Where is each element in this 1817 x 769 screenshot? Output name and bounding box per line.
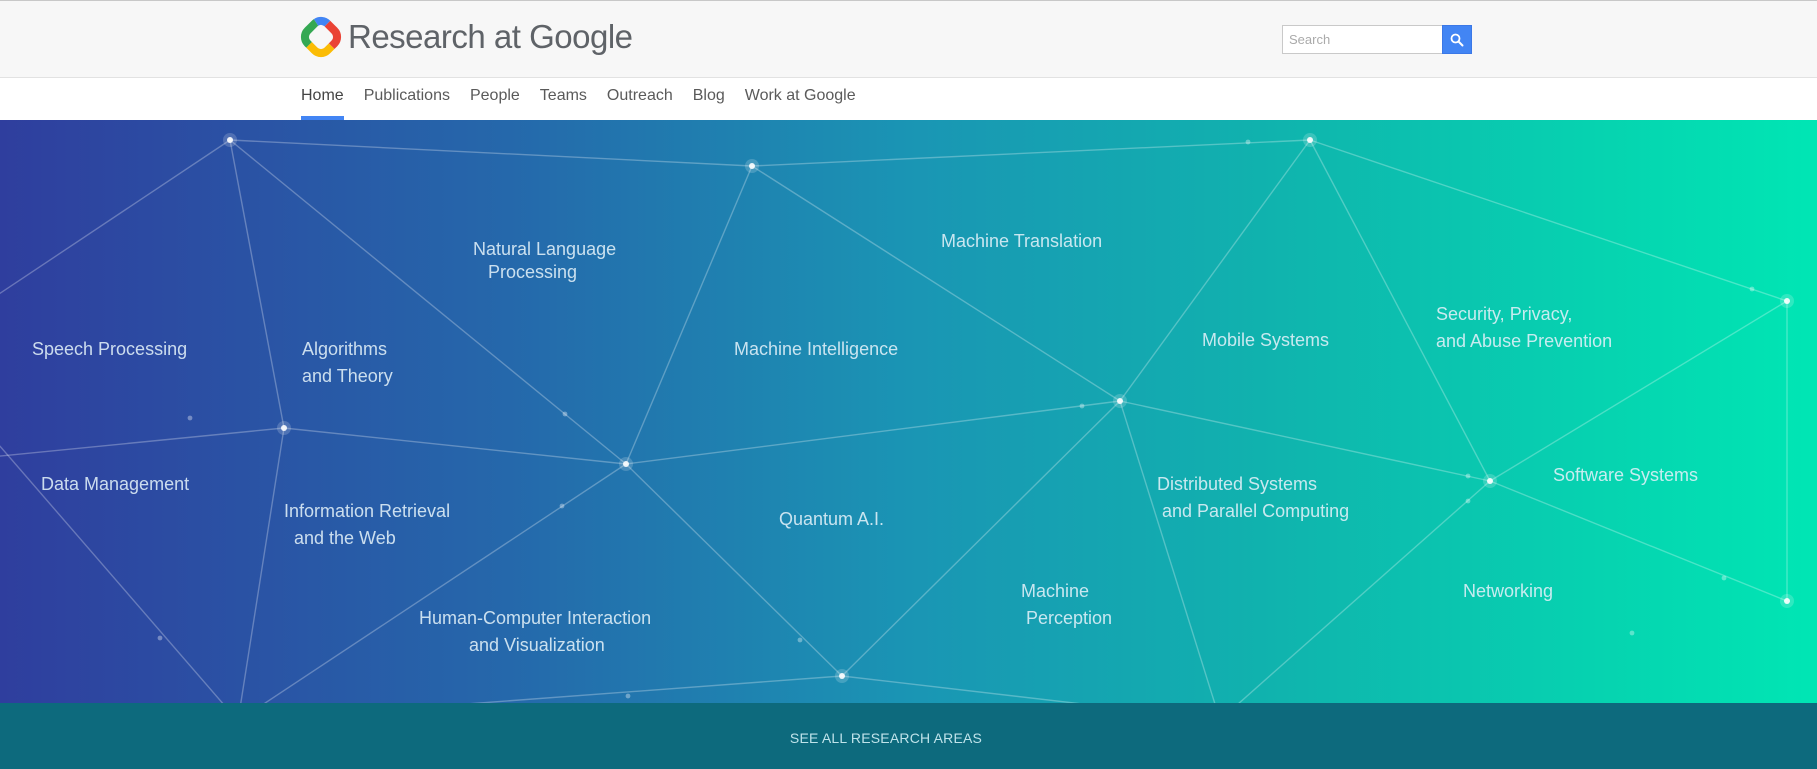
research-areas-hero: Speech Processing Data Management Algori… xyxy=(0,120,1817,703)
network-node xyxy=(623,461,629,467)
network-sparkle xyxy=(1245,139,1251,145)
nav-list: Home Publications People Teams Outreach … xyxy=(301,78,876,120)
area-software-systems[interactable]: Software Systems xyxy=(1553,462,1698,489)
top-header: Research at Google xyxy=(0,0,1817,78)
area-mobile-systems[interactable]: Mobile Systems xyxy=(1202,327,1329,354)
network-sparkle xyxy=(187,415,193,421)
nav-item-outreach[interactable]: Outreach xyxy=(607,78,673,120)
area-distributed-systems[interactable]: Distributed Systems and Parallel Computi… xyxy=(1157,471,1349,525)
logo[interactable]: Research at Google xyxy=(300,15,633,59)
see-all-research-areas-link[interactable]: SEE ALL RESEARCH AREAS xyxy=(0,703,1772,769)
logo-text: Research at Google xyxy=(348,18,633,55)
network-sparkle xyxy=(1629,630,1635,636)
area-information-retrieval[interactable]: Information Retrieval and the Web xyxy=(284,498,450,552)
search-button[interactable] xyxy=(1442,25,1472,54)
network-sparkle xyxy=(157,635,163,641)
area-human-computer-interaction[interactable]: Human-Computer Interaction and Visualiza… xyxy=(419,605,651,659)
nav-item-people[interactable]: People xyxy=(470,78,520,120)
network-edge xyxy=(0,427,285,457)
main-nav: Home Publications People Teams Outreach … xyxy=(0,78,1817,120)
nav-item-teams[interactable]: Teams xyxy=(540,78,587,120)
network-node xyxy=(749,163,755,169)
network-edge xyxy=(625,400,1121,465)
network-sparkle xyxy=(1749,286,1755,292)
network-edge xyxy=(751,165,1121,402)
network-sparkle xyxy=(797,637,803,643)
network-edge xyxy=(625,463,843,677)
network-sparkle xyxy=(559,503,565,509)
network-edge xyxy=(229,139,753,167)
network-edge xyxy=(625,165,753,465)
network-node xyxy=(1784,598,1790,604)
area-security-privacy[interactable]: Security, Privacy, and Abuse Prevention xyxy=(1436,301,1612,355)
area-speech-processing[interactable]: Speech Processing xyxy=(32,336,187,363)
nav-item-publications[interactable]: Publications xyxy=(364,78,450,120)
area-natural-language-processing[interactable]: Natural Language Processing xyxy=(473,238,616,284)
area-quantum-ai[interactable]: Quantum A.I. xyxy=(779,506,884,533)
network-node xyxy=(1117,398,1123,404)
area-algorithms-and-theory[interactable]: Algorithms and Theory xyxy=(302,336,393,390)
search-box xyxy=(1282,25,1472,54)
network-sparkle xyxy=(562,411,568,417)
network-edge xyxy=(229,139,285,429)
network-node xyxy=(227,137,233,143)
network-edge xyxy=(1119,400,1491,482)
network-edge xyxy=(751,139,1311,167)
see-all-bar: SEE ALL RESEARCH AREAS xyxy=(0,703,1817,769)
network-edge xyxy=(283,427,627,465)
area-machine-perception[interactable]: Machine Perception xyxy=(1021,578,1112,632)
network-node xyxy=(1307,137,1313,143)
nav-item-work-at-google[interactable]: Work at Google xyxy=(745,78,856,120)
area-data-management[interactable]: Data Management xyxy=(41,471,189,498)
network-edge xyxy=(1119,139,1311,402)
network-edge xyxy=(1119,400,1216,703)
network-node xyxy=(1784,298,1790,304)
network-edge xyxy=(470,675,843,703)
network-graph-decoration xyxy=(0,133,1794,703)
network-edge xyxy=(841,675,1081,703)
google-research-logo-icon xyxy=(300,16,342,58)
network-node xyxy=(839,673,845,679)
area-networking[interactable]: Networking xyxy=(1463,578,1553,605)
network-edge xyxy=(0,139,231,295)
network-edge xyxy=(0,445,224,703)
network-edge xyxy=(841,400,1121,677)
search-input[interactable] xyxy=(1282,25,1442,54)
network-edge xyxy=(240,427,285,703)
area-machine-translation[interactable]: Machine Translation xyxy=(941,228,1102,255)
network-sparkle xyxy=(1079,403,1085,409)
network-sparkle xyxy=(625,693,631,699)
network-sparkle xyxy=(1465,498,1471,504)
nav-item-blog[interactable]: Blog xyxy=(693,78,725,120)
nav-item-home[interactable]: Home xyxy=(301,78,344,120)
network-sparkle xyxy=(1465,473,1471,479)
search-icon xyxy=(1450,33,1464,46)
network-node xyxy=(281,425,287,431)
network-sparkle xyxy=(1721,575,1727,581)
network-node xyxy=(1487,478,1493,484)
area-machine-intelligence[interactable]: Machine Intelligence xyxy=(734,336,898,363)
